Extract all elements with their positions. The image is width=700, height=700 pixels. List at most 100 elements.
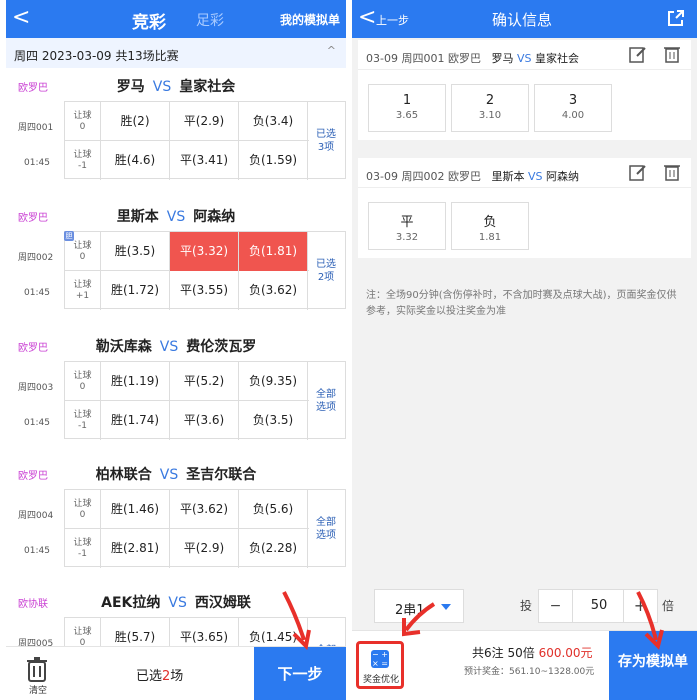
odds-cell[interactable]: 胜(4.6) xyxy=(101,141,170,180)
match-teams: 勒沃库森 VS 费伦茨瓦罗 xyxy=(6,336,346,356)
clear-label[interactable]: 清空 xyxy=(29,683,47,696)
collapse-caret-icon[interactable]: ^ xyxy=(327,44,336,57)
odds-cell[interactable]: 负(3.5) xyxy=(239,401,308,440)
match-teams: 罗马 VS 皇家社会 xyxy=(6,76,346,96)
match-block: 欧罗巴 罗马 VS 皇家社会 周四001 01:45 让球 0 胜(2) 平(2.9) 负(3.4… xyxy=(6,68,346,188)
odds-cell[interactable]: 胜(1.74) xyxy=(101,401,170,440)
prize-optimize-button[interactable]: − + × = 奖金优化 xyxy=(356,641,404,689)
bet-label: 投 xyxy=(520,599,533,613)
option-label: 2 xyxy=(485,93,495,108)
odds-cell[interactable]: 平(3.41) xyxy=(170,141,239,180)
match-block: 欧罗巴 柏林联合 VS 圣吉尔联合 周四004 01:45 让球 0 胜(1.46) 平(3.6… xyxy=(6,456,346,576)
odds-cell[interactable]: 平(3.32) xyxy=(170,232,239,271)
match-info: 周四002 01:45 xyxy=(6,236,64,314)
away-team: 费伦茨瓦罗 xyxy=(186,339,257,355)
odds-row: 让球 0 胜(1.46) 平(3.62) 负(5.6) xyxy=(65,490,309,529)
away-team: 阿森纳 xyxy=(193,209,236,225)
edit-icon[interactable] xyxy=(629,45,647,63)
home-team: 里斯本 xyxy=(116,209,159,225)
match-teams: 柏林联合 VS 圣吉尔联合 xyxy=(6,464,346,484)
tab-jingcai[interactable]: 竞彩 xyxy=(132,8,166,33)
odds-cell[interactable]: 胜(1.46) xyxy=(101,490,170,529)
odds-cell[interactable]: 负(1.81) xyxy=(239,232,308,271)
handicap-label: 让球 -1 xyxy=(65,529,101,568)
option-label: 1 xyxy=(402,93,412,108)
prev-step-link[interactable]: 上一步 xyxy=(376,12,409,28)
home-team: 勒沃库森 xyxy=(95,339,152,355)
vs-label: VS xyxy=(516,52,532,65)
odds-row: 让球 0 胜(1.19) 平(5.2) 负(9.35) xyxy=(65,362,309,401)
selection-status[interactable]: 已选 2项 xyxy=(307,232,345,310)
option-label: 负 xyxy=(483,215,497,230)
handicap-label: 让球 0 xyxy=(65,232,101,271)
odds-cell[interactable]: 平(3.62) xyxy=(170,490,239,529)
selection-status[interactable]: 已选 3项 xyxy=(307,102,345,180)
option-odds: 3.65 xyxy=(395,110,419,121)
odds-cell[interactable]: 平(3.55) xyxy=(170,271,239,310)
match-code: 周四004 xyxy=(18,511,54,521)
bet-card-2: 03-09 周四002 欧罗巴 里斯本 VS 阿森纳 平 3.32 负 1.81 xyxy=(358,158,691,258)
option-odds: 4.00 xyxy=(561,110,585,121)
odds-cell[interactable]: 平(3.6) xyxy=(170,401,239,440)
multiplier-input[interactable]: 50 xyxy=(573,590,625,622)
match-info: 周四003 01:45 xyxy=(6,366,64,444)
match-time: 01:45 xyxy=(24,158,50,168)
bet-option[interactable]: 3 4.00 xyxy=(534,84,612,132)
selected-count: 已选2场 xyxy=(136,665,183,684)
back-icon[interactable]: < xyxy=(358,5,376,31)
vs-label: VS xyxy=(527,170,543,183)
edit-icon[interactable] xyxy=(629,163,647,181)
page-title: 确认信息 xyxy=(492,11,553,29)
odds-cell[interactable]: 平(5.2) xyxy=(170,362,239,401)
bet-option[interactable]: 2 3.10 xyxy=(451,84,529,132)
share-icon[interactable] xyxy=(667,9,685,27)
odds-cell[interactable]: 胜(1.72) xyxy=(101,271,170,310)
odds-grid: 让球 0 胜(1.46) 平(3.62) 负(5.6) 让球 -1 胜(2.81) 平(2.… xyxy=(64,489,346,568)
date-bar[interactable]: 周四 2023-03-09 共13场比赛 ^ xyxy=(6,38,346,68)
bet-summary: 共6注 50倍 600.00元 xyxy=(472,644,593,661)
odds-cell[interactable]: 负(3.62) xyxy=(239,271,308,310)
home-team: 罗马 xyxy=(491,52,514,65)
bet-option[interactable]: 1 3.65 xyxy=(368,84,446,132)
odds-cell[interactable]: 负(2.28) xyxy=(239,529,308,568)
odds-cell[interactable]: 胜(1.19) xyxy=(101,362,170,401)
selection-status[interactable]: 全部 选项 xyxy=(307,490,345,568)
odds-cell[interactable]: 平(2.9) xyxy=(170,102,239,141)
summary-text: 共6注 50倍 xyxy=(472,646,535,660)
bet-option[interactable]: 负 1.81 xyxy=(451,202,529,250)
optimize-label: 奖金优化 xyxy=(362,675,399,685)
handicap-label: 让球 -1 xyxy=(65,141,101,180)
trash-icon[interactable] xyxy=(663,45,681,63)
selection-status[interactable]: 全部 选项 xyxy=(307,362,345,440)
odds-cell[interactable]: 胜(2) xyxy=(101,102,170,141)
handicap-label: 让球 0 xyxy=(65,362,101,401)
odds-cell[interactable]: 平(2.9) xyxy=(170,529,239,568)
odds-cell[interactable]: 负(9.35) xyxy=(239,362,308,401)
trash-icon[interactable] xyxy=(663,163,681,181)
bet-option[interactable]: 平 3.32 xyxy=(368,202,446,250)
tab-zucai[interactable]: 足彩 xyxy=(196,10,224,30)
odds-row: 让球 -1 胜(2.81) 平(2.9) 负(2.28) xyxy=(65,529,309,568)
odds-cell[interactable]: 负(5.6) xyxy=(239,490,308,529)
handicap-label: 让球 0 xyxy=(65,490,101,529)
bet-card-1: 03-09 周四001 欧罗巴 罗马 VS 皇家社会 1 3.65 2 3.10 3… xyxy=(358,40,691,140)
match-teams: 里斯本 VS 阿森纳 xyxy=(6,206,346,226)
option-odds: 3.32 xyxy=(395,232,419,243)
trash-icon[interactable] xyxy=(26,657,48,683)
away-team: 阿森纳 xyxy=(545,170,579,183)
back-icon[interactable]: < xyxy=(12,5,30,31)
next-button[interactable]: 下一步 xyxy=(254,647,346,700)
match-code: 周四003 xyxy=(18,383,54,393)
handicap-label: 让球 -1 xyxy=(65,401,101,440)
home-team: 罗马 xyxy=(116,79,145,95)
odds-cell[interactable]: 胜(3.5) xyxy=(101,232,170,271)
minus-button[interactable]: − xyxy=(539,590,573,622)
odds-cell[interactable]: 胜(2.81) xyxy=(101,529,170,568)
match-time: 01:45 xyxy=(24,288,50,298)
odds-cell[interactable]: 负(1.59) xyxy=(239,141,308,180)
my-sim-button[interactable]: 我的模拟单 xyxy=(280,11,340,28)
odds-cell[interactable]: 负(3.4) xyxy=(239,102,308,141)
confirm-header: < 上一步 确认信息 xyxy=(352,0,697,38)
away-team: 西汉姆联 xyxy=(194,595,251,611)
vs-label: VS xyxy=(166,209,186,225)
